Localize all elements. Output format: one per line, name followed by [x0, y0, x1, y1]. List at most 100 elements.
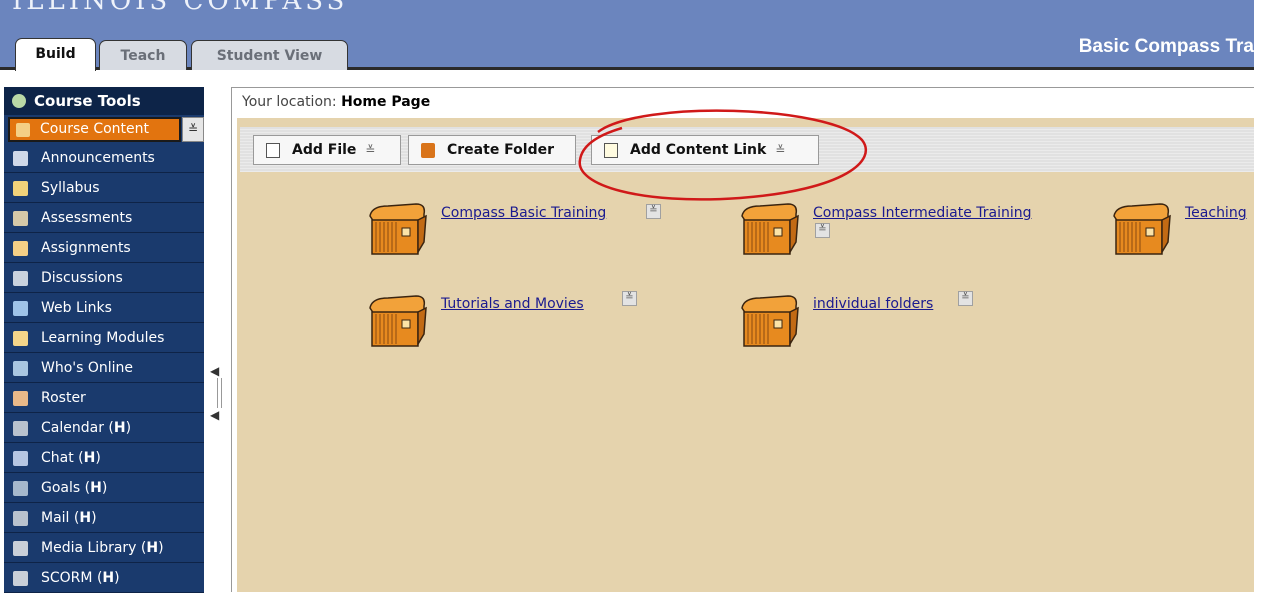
course-tools-title: Course Tools	[34, 92, 141, 110]
folder-menu-icon[interactable]: ≚	[622, 291, 637, 306]
sidebar-item-roster[interactable]: Roster	[4, 384, 204, 413]
hidden-indicator: (H)	[92, 570, 120, 586]
sidebar-item-label: Syllabus	[41, 180, 100, 196]
sidebar-item-learning-modules[interactable]: Learning Modules	[4, 324, 204, 353]
folder-icon	[421, 143, 435, 158]
hidden-indicator: (H)	[80, 480, 108, 496]
sidebar-item-label: Roster	[41, 390, 86, 406]
web-links-icon	[13, 301, 28, 316]
folder-link[interactable]: Compass Intermediate Training	[813, 205, 1032, 221]
folder-menu-icon[interactable]: ≚	[958, 291, 973, 306]
syllabus-icon	[13, 181, 28, 196]
collapse-up-icon	[12, 94, 26, 108]
course-content-link[interactable]: Course Content	[8, 117, 181, 142]
tab-teach[interactable]: Teach	[99, 40, 187, 70]
course-content-label: Course Content	[40, 121, 150, 137]
assessments-icon	[13, 211, 28, 226]
sidebar-item-announcements[interactable]: Announcements	[4, 144, 204, 173]
breadcrumb: Your location: Home Page	[242, 94, 430, 110]
folder-link[interactable]: individual folders	[813, 296, 933, 312]
sidebar-item-calendar[interactable]: Calendar (H)	[4, 414, 204, 443]
folder-chest-icon	[741, 203, 799, 255]
create-folder-button[interactable]: Create Folder	[408, 135, 576, 165]
course-tools-sidebar: Course Tools Course Content ≚ Announceme…	[4, 87, 204, 593]
folder-menu-icon[interactable]: ≚	[646, 204, 661, 219]
sidebar-item-label: Assessments	[41, 210, 133, 226]
handle-grip	[217, 378, 222, 408]
folder-menu-icon[interactable]: ≚	[815, 223, 830, 238]
tab-build[interactable]: Build	[15, 38, 96, 71]
sidebar-item-chat[interactable]: Chat (H)	[4, 444, 204, 473]
folder-chest-icon	[369, 295, 427, 347]
tab-student-view[interactable]: Student View	[191, 40, 348, 70]
sidebar-item-assignments[interactable]: Assignments	[4, 234, 204, 263]
header-banner: ILLINOIS COMPASS Basic Compass Tra	[0, 0, 1254, 70]
sidebar-item-label: Media Library	[41, 540, 137, 556]
sidebar-item-label: Announcements	[41, 150, 155, 166]
sidebar-item-label: Mail	[41, 510, 70, 526]
sidebar-item-label: Learning Modules	[41, 330, 165, 346]
sidebar-item-label: Goals	[41, 480, 81, 496]
folder-link[interactable]: Teaching	[1185, 205, 1247, 221]
announcements-icon	[13, 151, 28, 166]
hidden-indicator: (H)	[136, 540, 164, 556]
add-file-button[interactable]: Add File ≚	[253, 135, 401, 165]
roster-icon	[13, 391, 28, 406]
sidebar-item-label: SCORM	[41, 570, 93, 586]
learning-modules-icon	[13, 331, 28, 346]
link-icon	[604, 143, 618, 158]
tab-bar-divider	[0, 67, 1254, 70]
sidebar-item-label: Who's Online	[41, 360, 134, 376]
hidden-indicator: (H)	[73, 450, 101, 466]
goals-icon	[13, 481, 28, 496]
sidebar-collapse-handle[interactable]: ◀ ◀	[210, 364, 224, 424]
sidebar-item-scorm[interactable]: SCORM (H)	[4, 564, 204, 593]
sidebar-item-goals[interactable]: Goals (H)	[4, 474, 204, 503]
add-content-link-button[interactable]: Add Content Link ≚	[591, 135, 819, 165]
brand-logo: ILLINOIS COMPASS	[12, 0, 349, 16]
folder-link[interactable]: Tutorials and Movies	[441, 296, 584, 312]
sidebar-item-label: Chat	[41, 450, 74, 466]
course-tools-header[interactable]: Course Tools	[4, 87, 204, 115]
collapse-arrow-icon: ◀	[210, 364, 220, 378]
calendar-icon	[13, 421, 28, 436]
collapse-arrow-icon: ◀	[210, 408, 220, 422]
add-file-menu-icon[interactable]: ≚	[361, 143, 375, 157]
sidebar-item-label: Calendar	[41, 420, 104, 436]
file-icon	[266, 143, 280, 158]
add-content-link-label: Add Content Link	[630, 142, 767, 158]
scorm-icon	[13, 571, 28, 586]
add-file-label: Add File	[292, 142, 357, 158]
folder-link[interactable]: Compass Basic Training	[441, 205, 606, 221]
sidebar-item-syllabus[interactable]: Syllabus	[4, 174, 204, 203]
create-folder-label: Create Folder	[447, 142, 555, 158]
sidebar-item-course-content: Course Content ≚	[4, 115, 204, 144]
assignments-icon	[13, 241, 28, 256]
folder-chest-icon	[741, 295, 799, 347]
sidebar-item-web-links[interactable]: Web Links	[4, 294, 204, 323]
course-title: Basic Compass Tra	[1078, 36, 1254, 57]
sidebar-item-assessments[interactable]: Assessments	[4, 204, 204, 233]
sidebar-item-media-library[interactable]: Media Library (H)	[4, 534, 204, 563]
home-icon	[16, 123, 30, 137]
add-content-link-menu-icon[interactable]: ≚	[771, 143, 785, 157]
sidebar-item-mail[interactable]: Mail (H)	[4, 504, 204, 533]
sidebar-item-label: Web Links	[41, 300, 112, 316]
chat-icon	[13, 451, 28, 466]
folder-chest-icon	[369, 203, 427, 255]
sidebar-item-discussions[interactable]: Discussions	[4, 264, 204, 293]
sidebar-item-label: Discussions	[41, 270, 123, 286]
folder-chest-icon	[1113, 203, 1171, 255]
content-area	[237, 118, 1254, 592]
hidden-indicator: (H)	[103, 420, 132, 436]
course-content-menu-button[interactable]: ≚	[182, 117, 204, 142]
location-page: Home Page	[341, 94, 431, 110]
whos-online-icon	[13, 361, 28, 376]
discussions-icon	[13, 271, 28, 286]
location-prefix: Your location:	[242, 94, 337, 110]
media-library-icon	[13, 541, 28, 556]
sidebar-item-who-s-online[interactable]: Who's Online	[4, 354, 204, 383]
mail-icon	[13, 511, 28, 526]
sidebar-item-label: Assignments	[41, 240, 131, 256]
hidden-indicator: (H)	[69, 510, 97, 526]
